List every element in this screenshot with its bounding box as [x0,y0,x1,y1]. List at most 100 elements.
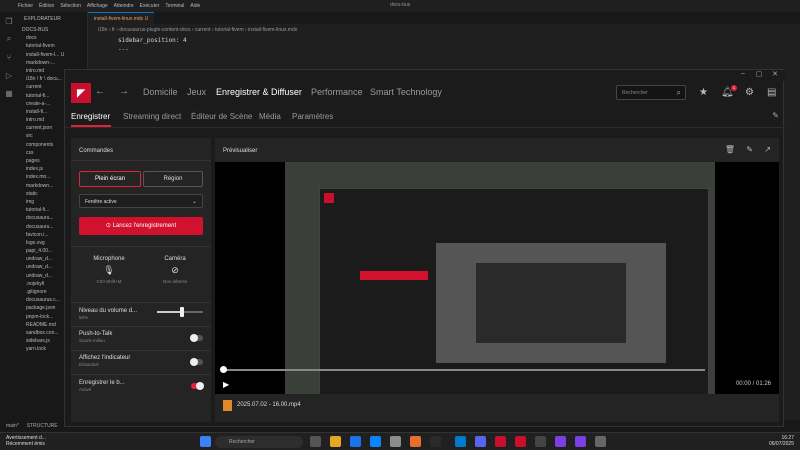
discord-icon[interactable] [475,436,486,447]
maximize-icon[interactable]: ▢ [751,70,767,78]
app-icon[interactable] [575,436,586,447]
forward-arrow-icon[interactable]: → [119,86,129,97]
microphone-control[interactable]: Microphone 🎙︎ Ctrl+Shift+M [79,256,139,296]
app-icon[interactable] [535,436,546,447]
app-icon[interactable] [495,436,506,447]
toggle-knob [196,382,204,390]
app-icon[interactable] [595,436,606,447]
close-icon[interactable]: ✕ [767,70,783,78]
subtab-live-streaming[interactable]: Streaming direct [123,112,181,121]
video-scrubber[interactable] [220,366,705,373]
pin-icon[interactable]: ✎ [772,111,779,120]
commands-panel: Commandes Plein écran Région Fenêtre act… [71,138,211,422]
tab-home[interactable]: Domicile [143,87,178,97]
search-icon[interactable]: ⌕ [0,30,18,48]
app-icon[interactable] [430,436,441,447]
edge-icon[interactable] [370,436,381,447]
tab-performance[interactable]: Performance [311,87,363,97]
camera-off-icon: ⊘ [171,265,179,275]
notification-toast[interactable]: Avertissement d... Récemment émis [6,435,46,447]
star-icon[interactable]: ★ [699,87,708,98]
browser-icon[interactable] [350,436,361,447]
video-file-name[interactable]: 2025.07.02 - 16.00.mp4 [237,402,301,408]
divider [71,302,211,303]
menu-file[interactable]: Fichier [18,3,33,9]
menu-terminal[interactable]: Terminal [165,3,184,9]
record-b-option: Enregistrer le b... Activé [79,380,125,392]
menu-run[interactable]: Exécuter [140,3,160,9]
app-icon[interactable] [410,436,421,447]
subtab-settings[interactable]: Paramètres [292,112,333,121]
vscode-icon[interactable] [455,436,466,447]
volume-slider-thumb[interactable] [180,307,185,317]
indicator-option: Affichez l'indicateur Désactivé [79,355,130,367]
menu-help[interactable]: Aide [190,3,200,9]
divider [71,326,211,327]
menu-view[interactable]: Affichage [87,3,108,9]
menu-go[interactable]: Atteindre [114,3,134,9]
trash-icon[interactable]: 🗑︎ [725,145,735,154]
scrubber-handle[interactable] [220,366,227,373]
start-recording-button[interactable]: ⊙ Lancez l'enregistrement [79,217,203,235]
amd-logo-icon: ◤ [71,83,91,103]
outline-section[interactable]: STRUCTURE [27,423,58,429]
code-line[interactable]: --- [88,45,800,54]
explorer-item[interactable]: install-fivem-l... U [18,51,87,59]
tab-smart-technology[interactable]: Smart Technology [370,87,442,97]
volume-option: Niveau du volume d... 50% [79,308,137,320]
tab-games[interactable]: Jeux [187,87,206,97]
nested-amd-logo [324,193,334,203]
divider [71,246,211,247]
tab-record-stream[interactable]: Enregistrer & Diffuser [216,87,302,97]
record-b-label: Enregistrer le b... [79,380,125,386]
editor-tab[interactable]: install-fivem-linux.mdx U [88,12,155,24]
subtab-scene-editor[interactable]: Éditeur de Scène [191,112,252,121]
play-icon[interactable]: ▶ [223,380,229,389]
subtab-media[interactable]: Média [259,112,281,121]
window-select-value: Fenêtre active [85,199,117,205]
explorer-item[interactable]: markdown-... [18,59,87,67]
app-icon[interactable] [555,436,566,447]
run-debug-icon[interactable]: ▷ [0,66,18,84]
divider [71,160,211,161]
search-input[interactable]: Rechercher ⌕ [616,85,686,100]
system-clock[interactable]: 16:27 06/07/2025 [769,435,794,447]
amd-taskbar-icon[interactable] [515,436,526,447]
edit-icon[interactable]: ✎ [746,145,753,154]
menu-selection[interactable]: Sélection [60,3,81,9]
explorer-item[interactable]: tutorial-fivem [18,42,87,50]
explorer-item[interactable]: docs [18,34,87,42]
indicator-toggle[interactable] [190,358,203,366]
push-to-talk-toggle[interactable] [190,334,203,342]
panel-icon[interactable]: ▤ [767,87,776,98]
region-button[interactable]: Région [143,171,203,187]
files-icon[interactable]: ❐ [0,12,18,30]
back-arrow-icon[interactable]: ← [95,86,105,97]
volume-slider[interactable] [157,307,203,317]
subtab-record[interactable]: Enregistrer [71,112,110,121]
record-b-toggle[interactable] [191,382,204,390]
record-icon: ⊙ [105,223,113,229]
window-select[interactable]: Fenêtre active ⌄ [79,194,203,208]
nested-preview [436,243,666,363]
gear-icon[interactable]: ⚙ [745,87,754,98]
full-screen-button[interactable]: Plein écran [79,171,141,187]
source-control-icon[interactable]: ⑂ [0,48,18,66]
code-line[interactable]: sidebar_position: 4 [88,36,800,45]
menu-edit[interactable]: Édition [39,3,54,9]
camera-control[interactable]: Caméra ⊘ Non détecté [145,256,205,296]
video-player[interactable]: ▶ 00:00 / 01:26 [215,162,779,394]
extensions-icon[interactable]: ▦ [0,84,18,102]
windows-start-icon[interactable] [200,436,211,447]
explorer-title: EXPLORATEUR [24,16,61,22]
task-view-icon[interactable] [310,436,321,447]
push-to-talk-option: Push-to-Talk Souris milieu [79,331,112,343]
app-icon[interactable] [390,436,401,447]
open-external-icon[interactable]: ↗ [764,145,771,154]
branch-label[interactable]: main* [6,423,19,429]
explorer-root[interactable]: DOCS-BUS [18,26,87,34]
minimize-icon[interactable]: – [735,70,751,77]
file-explorer-icon[interactable] [330,436,341,447]
taskbar-search[interactable]: Rechercher [215,436,303,448]
notification-subtitle: Récemment émis [6,441,45,447]
